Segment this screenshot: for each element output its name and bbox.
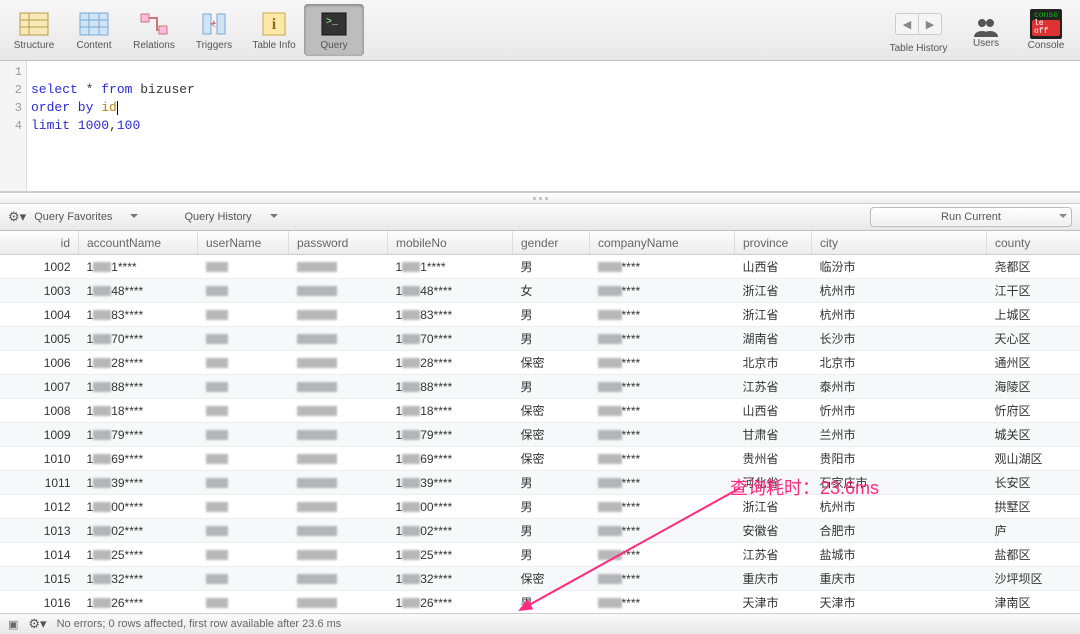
query-favorites-dropdown[interactable]: Query Favorites	[30, 211, 142, 223]
table-row[interactable]: 1013102****102****男****安徽省合肥市庐安徽省合肥市	[0, 519, 1080, 543]
line-gutter: 1234	[0, 61, 27, 191]
tool-query[interactable]: >_ Query	[304, 4, 364, 56]
svg-text:>_: >_	[326, 17, 339, 28]
col-city[interactable]: city	[812, 231, 987, 255]
status-gear-icon[interactable]: ⚙︎▾	[28, 616, 46, 632]
table-row[interactable]: 100211****11****男****山西省临汾市尧都区山西省临汾市	[0, 255, 1080, 279]
tool-label: Triggers	[196, 40, 232, 51]
relations-icon	[138, 9, 170, 39]
content-icon	[78, 9, 110, 39]
tool-label: Users	[973, 38, 999, 49]
tool-label: Table Info	[252, 40, 295, 51]
query-icon: >_	[318, 9, 350, 39]
col-mobileNo[interactable]: mobileNo	[388, 231, 513, 255]
tool-label: Content	[76, 40, 111, 51]
col-gender[interactable]: gender	[513, 231, 590, 255]
tool-label: Console	[1028, 40, 1065, 51]
tool-label: Table History	[890, 43, 948, 54]
table-row[interactable]: 1012100****100****男****浙江省杭州市拱墅区浙江省杭州市	[0, 495, 1080, 519]
run-current-button[interactable]: Run Current	[870, 207, 1072, 227]
tool-console[interactable]: console off Console	[1016, 4, 1076, 56]
query-history-dropdown[interactable]: Query History	[180, 211, 281, 223]
tool-label: Structure	[14, 40, 55, 51]
nav-back-button[interactable]: ◀	[895, 13, 919, 35]
gear-icon[interactable]: ⚙︎▾	[8, 209, 26, 225]
table-row[interactable]: 1015132****132****保密****重庆市重庆市沙坪坝区重庆市重庆市	[0, 567, 1080, 591]
tool-content[interactable]: Content	[64, 4, 124, 56]
col-userName[interactable]: userName	[198, 231, 289, 255]
table-row[interactable]: 1003148****148****女****浙江省杭州市江干区浙江省杭州市	[0, 279, 1080, 303]
table-row[interactable]: 1014125****125****男****江苏省盐城市盐都区江苏省盐城市	[0, 543, 1080, 567]
tool-triggers[interactable]: Triggers	[184, 4, 244, 56]
triggers-icon	[198, 9, 230, 39]
code-area[interactable]: select * from bizuser order by id limit …	[27, 61, 1080, 191]
svg-text:i: i	[272, 16, 277, 33]
table-row[interactable]: 1005170****170****男****湖南省长沙市天心区湖南省长沙市	[0, 327, 1080, 351]
tool-label: Relations	[133, 40, 175, 51]
table-row[interactable]: 1006128****128****保密****北京市北京市通州区北京市北京市	[0, 351, 1080, 375]
nav-arrows: ◀ ▶	[895, 13, 942, 35]
nav-forward-button[interactable]: ▶	[919, 13, 942, 35]
status-text: No errors; 0 rows affected, first row av…	[57, 618, 342, 630]
pane-drag-handle[interactable]	[0, 192, 1080, 204]
tool-tableinfo[interactable]: i Table Info	[244, 4, 304, 56]
results-table[interactable]: id accountName userName password mobileN…	[0, 231, 1080, 634]
sql-editor[interactable]: 1234 select * from bizuser order by id l…	[0, 61, 1080, 192]
info-icon: i	[258, 9, 290, 39]
col-password[interactable]: password	[289, 231, 388, 255]
toolbar: Structure Content Relations Triggers i T…	[0, 0, 1080, 61]
table-row[interactable]: 1016126****126****男****天津市天津市津南区天津市天津市	[0, 591, 1080, 615]
table-row[interactable]: 1007188****188****男****江苏省泰州市海陵区江苏省泰州市	[0, 375, 1080, 399]
table-row[interactable]: 1009179****179****保密****甘肃省兰州市城关区甘肃省兰州市	[0, 423, 1080, 447]
tool-label: Query	[320, 40, 347, 51]
col-accountName[interactable]: accountName	[79, 231, 198, 255]
table-row[interactable]: 1004183****183****男****浙江省杭州市上城区浙江省杭州市	[0, 303, 1080, 327]
tool-relations[interactable]: Relations	[124, 4, 184, 56]
col-companyName[interactable]: companyName	[590, 231, 735, 255]
col-county[interactable]: county	[987, 231, 1080, 255]
users-icon	[970, 11, 1002, 37]
layout-toggle-icon[interactable]: ▣	[8, 618, 18, 631]
col-id[interactable]: id	[0, 231, 79, 255]
tool-users[interactable]: Users	[956, 4, 1016, 56]
table-row[interactable]: 1011139****139****男****河北省石家庄市长安区河北省石家庄	[0, 471, 1080, 495]
table-row[interactable]: 1010169****169****保密****贵州省贵阳市观山湖区贵州省贵阳市	[0, 447, 1080, 471]
col-province[interactable]: province	[735, 231, 812, 255]
console-icon: console off	[1030, 9, 1062, 39]
table-row[interactable]: 1008118****118****保密****山西省忻州市忻府区山西省忻州市	[0, 399, 1080, 423]
status-bar: ▣ ⚙︎▾ No errors; 0 rows affected, first …	[0, 613, 1080, 634]
tool-structure[interactable]: Structure	[4, 4, 64, 56]
table-header-row: id accountName userName password mobileN…	[0, 231, 1080, 255]
query-midbar: ⚙︎▾ Query Favorites Query History Run Cu…	[0, 204, 1080, 231]
tool-tablehistory[interactable]: ◀ ▶ Table History	[881, 4, 956, 56]
structure-icon	[18, 9, 50, 39]
run-label: Run Current	[941, 211, 1001, 223]
